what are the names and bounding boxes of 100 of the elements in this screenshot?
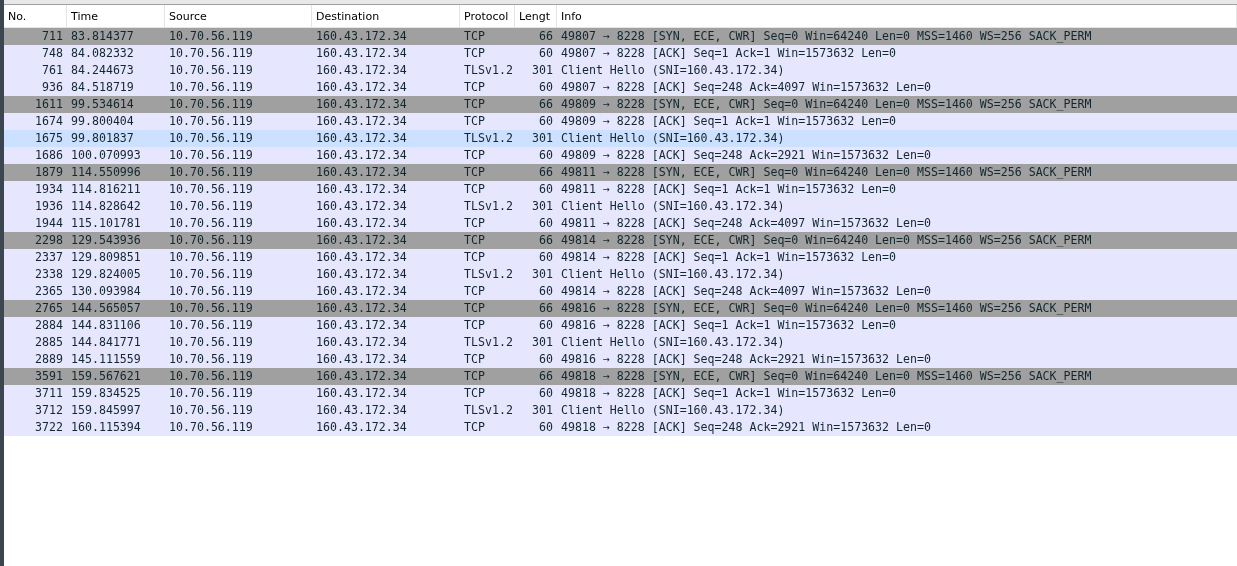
column-heading[interactable]: Info	[557, 5, 1237, 27]
table-cell-text: 160.43.172.34	[315, 368, 408, 385]
table-cell-text: 66	[538, 164, 554, 181]
table-cell-text: 129.809851	[70, 249, 142, 266]
table-cell-text: TCP	[463, 181, 486, 198]
table-cell-text: 60	[538, 45, 554, 62]
packet-row[interactable]: 1934 114.816211 10.70.56.119 160.43.172.34 TCP 60 49811 → 8228 [ACK] Seq=1 Ack=1 Win=1573632 Len=0	[4, 181, 1237, 198]
column-heading[interactable]: Lengt	[515, 5, 557, 27]
table-cell-text: 115.101781	[70, 215, 142, 232]
table-cell-text: 160.43.172.34	[315, 215, 408, 232]
packet-row[interactable]: 3711 159.834525 10.70.56.119 160.43.172.34 TCP 60 49818 → 8228 [ACK] Seq=1 Ack=1 Win=1573632 Len=0	[4, 385, 1237, 402]
packet-row[interactable]: 761 84.244673 10.70.56.119 160.43.172.34 TLSv1.2 301 Client Hello (SNI=160.43.172.34)	[4, 62, 1237, 79]
table-cell-text: TCP	[463, 351, 486, 368]
table-cell-text: 160.43.172.34	[315, 147, 408, 164]
table-cell-text: 66	[538, 232, 554, 249]
table-cell-text: 10.70.56.119	[168, 283, 254, 300]
packet-row[interactable]: 2298 129.543936 10.70.56.119 160.43.172.34 TCP 66 49814 → 8228 [SYN, ECE, CWR] Seq=0 Win=64240 Len=0 MSS=1460 WS=256 SACK_PERM	[4, 232, 1237, 249]
table-cell-text: 711	[41, 28, 64, 45]
table-cell-text: 301	[531, 130, 554, 147]
table-cell-text: TLSv1.2	[463, 130, 514, 147]
column-heading[interactable]: Destination	[312, 5, 460, 27]
table-cell-text: Client Hello (SNI=160.43.172.34)	[560, 198, 786, 215]
packet-row[interactable]: 1611 99.534614 10.70.56.119 160.43.172.34 TCP 66 49809 → 8228 [SYN, ECE, CWR] Seq=0 Win=64240 Len=0 MSS=1460 WS=256 SACK_PERM	[4, 96, 1237, 113]
table-cell-text: 129.543936	[70, 232, 142, 249]
table-cell-text: 84.518719	[70, 79, 135, 96]
packet-row[interactable]: 2338 129.824005 10.70.56.119 160.43.172.34 TLSv1.2 301 Client Hello (SNI=160.43.172.34)	[4, 266, 1237, 283]
table-cell-text: Client Hello (SNI=160.43.172.34)	[560, 62, 786, 79]
table-cell-text: 1944	[34, 215, 64, 232]
table-cell-text: 2298	[34, 232, 64, 249]
packet-row[interactable]: 711 83.814377 10.70.56.119 160.43.172.34 TCP 66 49807 → 8228 [SYN, ECE, CWR] Seq=0 Win=64240 Len=0 MSS=1460 WS=256 SACK_PERM	[4, 28, 1237, 45]
table-cell-text: 160.43.172.34	[315, 79, 408, 96]
table-cell-text: 1934	[34, 181, 64, 198]
table-cell-text: 60	[538, 181, 554, 198]
table-cell-text: TCP	[463, 317, 486, 334]
packet-row[interactable]: 2889 145.111559 10.70.56.119 160.43.172.34 TCP 60 49816 → 8228 [ACK] Seq=248 Ack=2921 Win=1573632 Len=0	[4, 351, 1237, 368]
table-cell-text: 60	[538, 317, 554, 334]
table-cell-text: 10.70.56.119	[168, 79, 254, 96]
packet-row[interactable]: 936 84.518719 10.70.56.119 160.43.172.34 TCP 60 49807 → 8228 [ACK] Seq=248 Ack=4097 Win=1573632 Len=0	[4, 79, 1237, 96]
table-cell-text: 2337	[34, 249, 64, 266]
column-heading[interactable]: Protocol	[460, 5, 515, 27]
table-cell-text: 49818 → 8228 [ACK] Seq=248 Ack=2921 Win=1573632 Len=0	[560, 419, 932, 436]
packet-row[interactable]: 1675 99.801837 10.70.56.119 160.43.172.34 TLSv1.2 301 Client Hello (SNI=160.43.172.34)	[4, 130, 1237, 147]
table-cell-text: TCP	[463, 164, 486, 181]
table-cell-text: 160.43.172.34	[315, 62, 408, 79]
table-cell-text: 160.43.172.34	[315, 266, 408, 283]
table-cell-text: 159.834525	[70, 385, 142, 402]
table-cell-text: 160.43.172.34	[315, 96, 408, 113]
table-cell-text: 10.70.56.119	[168, 164, 254, 181]
table-cell-text: 49818 → 8228 [SYN, ECE, CWR] Seq=0 Win=64240 Len=0 MSS=1460 WS=256 SACK_PERM	[560, 368, 1093, 385]
table-cell-text: 49816 → 8228 [ACK] Seq=1 Ack=1 Win=1573632 Len=0	[560, 317, 898, 334]
table-cell-text: 160.43.172.34	[315, 198, 408, 215]
table-cell-text: 60	[538, 419, 554, 436]
table-cell-text: 60	[538, 385, 554, 402]
table-cell-text: TCP	[463, 300, 486, 317]
table-cell-text: 60	[538, 113, 554, 130]
packet-row[interactable]: 1674 99.800404 10.70.56.119 160.43.172.34 TCP 60 49809 → 8228 [ACK] Seq=1 Ack=1 Win=1573632 Len=0	[4, 113, 1237, 130]
table-cell-text: TCP	[463, 96, 486, 113]
packet-row[interactable]: 1879 114.550996 10.70.56.119 160.43.172.34 TCP 66 49811 → 8228 [SYN, ECE, CWR] Seq=0 Win=64240 Len=0 MSS=1460 WS=256 SACK_PERM	[4, 164, 1237, 181]
table-cell-text: 160.43.172.34	[315, 130, 408, 147]
table-cell-text: 130.093984	[70, 283, 142, 300]
table-cell-text: 2365	[34, 283, 64, 300]
table-cell-text: 49811 → 8228 [ACK] Seq=1 Ack=1 Win=1573632 Len=0	[560, 181, 898, 198]
table-cell-text: 1611	[34, 96, 64, 113]
table-cell-text: 49809 → 8228 [ACK] Seq=248 Ack=2921 Win=1573632 Len=0	[560, 147, 932, 164]
table-cell-text: 114.828642	[70, 198, 142, 215]
packet-row[interactable]: 2337 129.809851 10.70.56.119 160.43.172.34 TCP 60 49814 → 8228 [ACK] Seq=1 Ack=1 Win=1573632 Len=0	[4, 249, 1237, 266]
table-cell-text: 49809 → 8228 [SYN, ECE, CWR] Seq=0 Win=64240 Len=0 MSS=1460 WS=256 SACK_PERM	[560, 96, 1093, 113]
table-cell-text: 10.70.56.119	[168, 402, 254, 419]
table-cell-text: 160.43.172.34	[315, 45, 408, 62]
table-cell-text: 10.70.56.119	[168, 266, 254, 283]
column-heading[interactable]: Time	[67, 5, 165, 27]
packet-row[interactable]: 748 84.082332 10.70.56.119 160.43.172.34 TCP 60 49807 → 8228 [ACK] Seq=1 Ack=1 Win=1573632 Len=0	[4, 45, 1237, 62]
table-cell-text: 160.43.172.34	[315, 351, 408, 368]
table-cell-text: 84.082332	[70, 45, 135, 62]
packet-row[interactable]: 3712 159.845997 10.70.56.119 160.43.172.34 TLSv1.2 301 Client Hello (SNI=160.43.172.34)	[4, 402, 1237, 419]
table-cell-text: Client Hello (SNI=160.43.172.34)	[560, 402, 786, 419]
table-cell-text: TCP	[463, 79, 486, 96]
column-heading[interactable]: Source	[165, 5, 312, 27]
table-cell-text: 160.43.172.34	[315, 249, 408, 266]
table-cell-text: 3711	[34, 385, 64, 402]
packet-row[interactable]: 2365 130.093984 10.70.56.119 160.43.172.34 TCP 60 49814 → 8228 [ACK] Seq=248 Ack=4097 Win=1573632 Len=0	[4, 283, 1237, 300]
packet-row[interactable]: 1944 115.101781 10.70.56.119 160.43.172.34 TCP 60 49811 → 8228 [ACK] Seq=248 Ack=4097 Win=1573632 Len=0	[4, 215, 1237, 232]
table-cell-text: 2338	[34, 266, 64, 283]
packet-row[interactable]: 2885 144.841771 10.70.56.119 160.43.172.34 TLSv1.2 301 Client Hello (SNI=160.43.172.34)	[4, 334, 1237, 351]
packet-row[interactable]: 1686 100.070993 10.70.56.119 160.43.172.34 TCP 60 49809 → 8228 [ACK] Seq=248 Ack=2921 Win=1573632 Len=0	[4, 147, 1237, 164]
table-cell-text: 2889	[34, 351, 64, 368]
table-cell-text: 144.831106	[70, 317, 142, 334]
packet-row[interactable]: 3722 160.115394 10.70.56.119 160.43.172.34 TCP 60 49818 → 8228 [ACK] Seq=248 Ack=2921 Win=1573632 Len=0	[4, 419, 1237, 436]
table-cell-text: 60	[538, 215, 554, 232]
table-cell-text: TCP	[463, 232, 486, 249]
table-cell-text: 3712	[34, 402, 64, 419]
table-cell-text: 1879	[34, 164, 64, 181]
table-cell-text: 160.43.172.34	[315, 283, 408, 300]
table-cell-text: TCP	[463, 283, 486, 300]
packet-row[interactable]: 3591 159.567621 10.70.56.119 160.43.172.34 TCP 66 49818 → 8228 [SYN, ECE, CWR] Seq=0 Win=64240 Len=0 MSS=1460 WS=256 SACK_PERM	[4, 368, 1237, 385]
packet-row[interactable]: 1936 114.828642 10.70.56.119 160.43.172.34 TLSv1.2 301 Client Hello (SNI=160.43.172.34)	[4, 198, 1237, 215]
column-heading[interactable]: No.	[4, 5, 67, 27]
table-cell-text: 10.70.56.119	[168, 419, 254, 436]
packet-row[interactable]: 2765 144.565057 10.70.56.119 160.43.172.34 TCP 66 49816 → 8228 [SYN, ECE, CWR] Seq=0 Win=64240 Len=0 MSS=1460 WS=256 SACK_PERM	[4, 300, 1237, 317]
packet-row[interactable]: 2884 144.831106 10.70.56.119 160.43.172.34 TCP 60 49816 → 8228 [ACK] Seq=1 Ack=1 Win=1573632 Len=0	[4, 317, 1237, 334]
